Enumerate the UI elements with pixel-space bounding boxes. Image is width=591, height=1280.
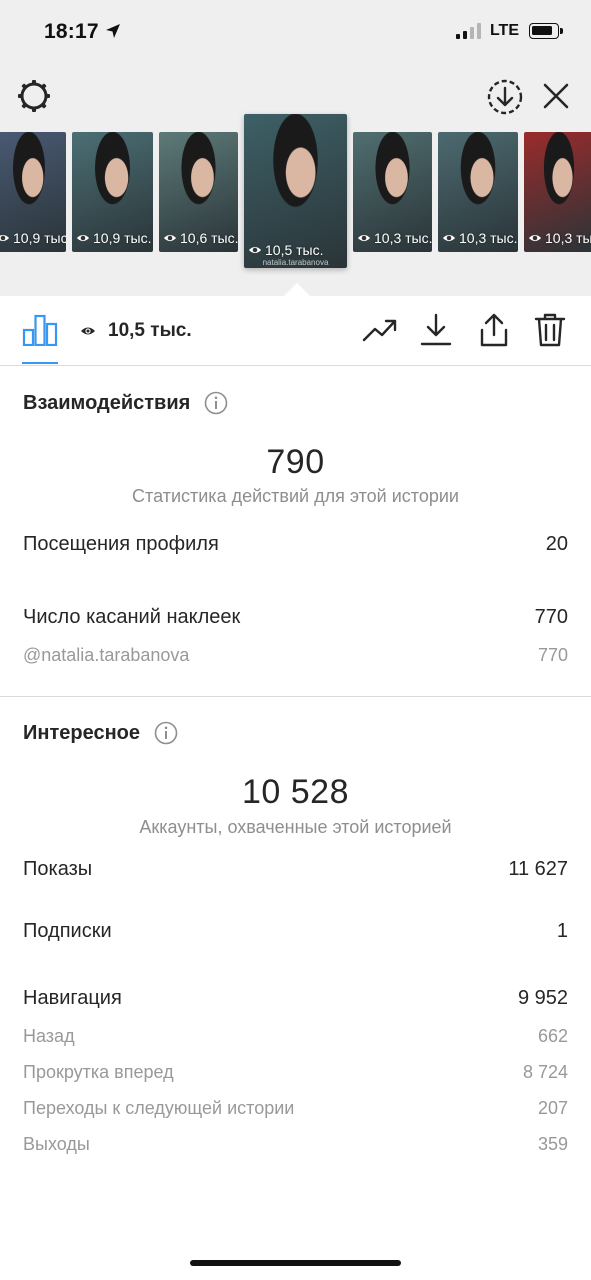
story-thumbnail[interactable]: 10,3 тыс. (524, 132, 591, 252)
signal-strength-icon (455, 23, 481, 39)
stat-row-mention-sticker: @natalia.tarabanova 770 (23, 645, 568, 665)
story-thumbnail[interactable]: 10,3 тыс. (353, 132, 432, 252)
settings-gear-icon[interactable] (16, 78, 52, 114)
battery-icon (529, 23, 563, 39)
eye-icon (76, 234, 90, 242)
view-count: 10,5 тыс. (108, 320, 192, 341)
status-bar: 18:17 LTE (0, 0, 591, 64)
interactions-header: Взаимодействия (23, 391, 228, 415)
stat-row-impressions: Показы 11 627 (23, 858, 568, 880)
stat-row-back: Назад 662 (23, 1026, 568, 1046)
thumbnail-handle-text: natalia.tarabanova (262, 258, 329, 267)
trending-icon[interactable] (362, 312, 398, 348)
status-indicators: LTE (455, 22, 563, 40)
reach-total: 10 528 (242, 773, 349, 811)
story-thumbnail[interactable]: 10,3 тыс. (438, 132, 518, 252)
stat-row-follows: Подписки 1 (23, 920, 568, 942)
eye-icon (442, 234, 456, 242)
story-thumbnail[interactable]: 10,9 тыс. (0, 132, 66, 252)
status-time: 18:17 (44, 20, 99, 43)
eye-icon (248, 246, 262, 254)
eye-icon (163, 234, 177, 242)
reach-subtitle: Аккаунты, охваченные этой историей (139, 817, 452, 837)
interactions-title: Взаимодействия (23, 391, 191, 414)
carrier-label: LTE (489, 22, 519, 39)
thumbnail-view-count: 10,3 тыс. (442, 230, 518, 246)
stat-row-forward: Прокрутка вперед 8 724 (23, 1062, 568, 1082)
discovery-title: Интересное (23, 721, 140, 744)
interactions-subtitle: Статистика действий для этой истории (132, 486, 459, 506)
thumbnail-view-count: 10,3 тыс. (528, 230, 591, 246)
insights-toolbar: 10,5 тыс. (0, 296, 591, 366)
insights-chart-icon[interactable] (22, 314, 58, 346)
stat-row-navigation: Навигация 9 952 (23, 987, 568, 1009)
story-thumbnail-selected[interactable]: 10,5 тыс. natalia.tarabanova (244, 114, 347, 268)
thumbnail-view-count: 10,3 тыс. (357, 230, 432, 246)
eye-icon (0, 234, 10, 242)
story-thumbnail[interactable]: 10,9 тыс. (72, 132, 153, 252)
section-divider (0, 696, 591, 697)
share-icon[interactable] (476, 312, 512, 348)
trash-icon[interactable] (532, 312, 568, 348)
stat-row-profile-visits: Посещения профиля 20 (23, 533, 568, 555)
info-icon[interactable] (154, 721, 178, 745)
save-download-icon[interactable] (486, 78, 524, 116)
thumbnail-view-count: 10,5 тыс. (248, 242, 324, 258)
active-tab-indicator (22, 362, 58, 364)
eye-icon (81, 327, 95, 335)
story-thumbnail[interactable]: 10,6 тыс. (159, 132, 238, 252)
close-icon[interactable] (540, 80, 572, 112)
thumbnail-view-count: 10,9 тыс. (0, 230, 66, 246)
download-icon[interactable] (418, 312, 454, 348)
home-indicator[interactable] (190, 1260, 401, 1266)
location-arrow-icon (106, 24, 120, 38)
eye-icon (528, 234, 542, 242)
info-icon[interactable] (204, 391, 228, 415)
discovery-header: Интересное (23, 721, 178, 745)
thumbnail-view-count: 10,9 тыс. (76, 230, 152, 246)
story-viewer-header: 10,9 тыс. 10,9 тыс. 10,6 тыс. 10,5 тыс. nata… (0, 64, 591, 298)
interactions-total: 790 (266, 443, 325, 481)
stat-row-next-story: Переходы к следующей истории 207 (23, 1098, 568, 1118)
stat-row-sticker-taps: Число касаний наклеек 770 (23, 606, 568, 628)
eye-icon (357, 234, 371, 242)
thumbnail-view-count: 10,6 тыс. (163, 230, 238, 246)
stat-row-exits: Выходы 359 (23, 1134, 568, 1154)
